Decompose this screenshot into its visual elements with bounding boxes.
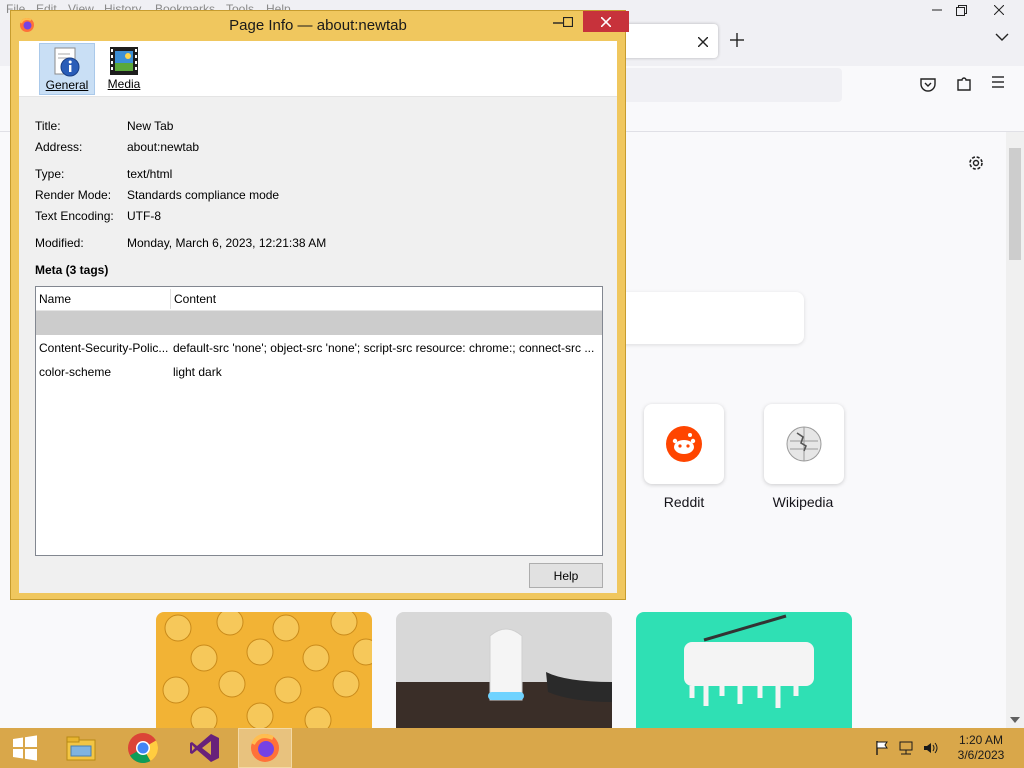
minimize-icon bbox=[932, 9, 942, 11]
url-bar[interactable] bbox=[620, 68, 842, 102]
menu-hamburger-icon[interactable] bbox=[990, 74, 1012, 96]
taskbar-chrome[interactable] bbox=[118, 728, 168, 768]
meta-name-cell: Content-Security-Polic... bbox=[39, 341, 169, 355]
page-info-dialog: Page Info — about:newtab General Media T… bbox=[10, 10, 629, 600]
field-value: text/html bbox=[127, 167, 173, 181]
extensions-icon[interactable] bbox=[954, 74, 976, 96]
visual-studio-icon bbox=[190, 734, 219, 762]
column-header-name[interactable]: Name bbox=[39, 292, 71, 306]
story-card-2[interactable] bbox=[396, 612, 612, 728]
taskbar-visual-studio[interactable] bbox=[180, 728, 230, 768]
field-label: Type: bbox=[35, 167, 65, 181]
meta-heading: Meta (3 tags) bbox=[35, 263, 109, 277]
firefox-close-button[interactable] bbox=[982, 0, 1016, 20]
shortcut-label-wikipedia: Wikipedia bbox=[772, 494, 834, 510]
film-icon bbox=[110, 47, 138, 75]
field-value: UTF-8 bbox=[127, 209, 161, 223]
dialog-close-button[interactable] bbox=[583, 11, 629, 32]
meta-table-header: Name Content bbox=[36, 287, 602, 311]
close-icon bbox=[601, 16, 611, 27]
tab-media-label: Media bbox=[107, 77, 141, 91]
tab-general-label: General bbox=[45, 78, 89, 92]
pocket-icon[interactable] bbox=[918, 74, 940, 96]
volume-icon[interactable] bbox=[922, 740, 938, 756]
chrome-icon bbox=[128, 733, 159, 764]
tab-general[interactable]: General bbox=[39, 43, 95, 95]
story-image bbox=[396, 612, 612, 728]
field-label: Text Encoding: bbox=[35, 209, 114, 223]
reddit-icon bbox=[666, 426, 702, 462]
taskbar-clock[interactable]: 1:20 AM 3/6/2023 bbox=[946, 733, 1016, 763]
tab-close-icon[interactable] bbox=[697, 32, 709, 51]
story-image bbox=[162, 612, 372, 728]
shortcut-reddit[interactable] bbox=[644, 404, 724, 484]
dialog-body: General Media Title: New Tab Address: ab… bbox=[19, 41, 617, 593]
action-center-flag-icon[interactable] bbox=[874, 740, 890, 756]
wikipedia-globe-icon bbox=[786, 426, 822, 462]
field-label: Modified: bbox=[35, 236, 84, 250]
clock-time: 1:20 AM bbox=[958, 733, 1004, 747]
chevron-down-icon[interactable] bbox=[995, 30, 1009, 46]
start-button[interactable] bbox=[0, 728, 50, 768]
taskbar-file-explorer[interactable] bbox=[56, 728, 106, 768]
meta-content-cell: light dark bbox=[173, 365, 222, 379]
dialog-title: Page Info — about:newtab bbox=[229, 17, 407, 34]
story-card-1[interactable] bbox=[156, 612, 372, 728]
maximize-icon bbox=[563, 17, 573, 27]
page-scrollbar[interactable] bbox=[1006, 132, 1024, 728]
field-label: Render Mode: bbox=[35, 188, 112, 202]
start-icon bbox=[13, 735, 37, 761]
story-card-3[interactable] bbox=[636, 612, 852, 728]
close-icon bbox=[994, 5, 1004, 15]
meta-content-cell: default-src 'none'; object-src 'none'; s… bbox=[173, 341, 595, 355]
field-label: Address: bbox=[35, 140, 83, 154]
dialog-titlebar[interactable]: Page Info — about:newtab bbox=[11, 11, 629, 39]
field-value: about:newtab bbox=[127, 140, 200, 154]
firefox-restore-button[interactable] bbox=[944, 0, 978, 20]
meta-table[interactable]: Name Content Content-Security-Polic... d… bbox=[35, 286, 603, 556]
help-button[interactable]: Help bbox=[529, 563, 603, 588]
dialog-tab-toolbar: General Media bbox=[19, 41, 617, 97]
field-label: Title: bbox=[35, 119, 61, 133]
scroll-down-arrow-icon[interactable] bbox=[1010, 715, 1020, 726]
column-header-content[interactable]: Content bbox=[174, 292, 216, 306]
table-row[interactable]: Content-Security-Polic... default-src 'n… bbox=[36, 341, 602, 363]
taskbar: 1:20 AM 3/6/2023 bbox=[0, 728, 1024, 768]
taskbar-firefox[interactable] bbox=[238, 728, 292, 768]
firefox-icon bbox=[251, 734, 279, 762]
field-value: New Tab bbox=[127, 119, 174, 133]
network-icon[interactable] bbox=[898, 740, 914, 756]
shortcut-wikipedia[interactable] bbox=[764, 404, 844, 484]
clock-date: 3/6/2023 bbox=[957, 748, 1005, 762]
column-divider[interactable] bbox=[170, 289, 171, 309]
gear-icon[interactable] bbox=[966, 153, 986, 173]
dialog-maximize-button[interactable] bbox=[553, 12, 583, 32]
restore-icon bbox=[955, 4, 967, 16]
story-image bbox=[684, 614, 814, 708]
table-row[interactable]: color-scheme light dark bbox=[36, 365, 602, 387]
scrollbar-thumb[interactable] bbox=[1009, 148, 1021, 260]
table-row-selected[interactable] bbox=[36, 311, 602, 335]
tab-media[interactable]: Media bbox=[101, 43, 147, 95]
meta-name-cell: color-scheme bbox=[39, 365, 112, 379]
new-tab-plus-icon[interactable] bbox=[730, 28, 744, 53]
shortcut-label-reddit: Reddit bbox=[663, 494, 705, 510]
field-value: Standards compliance mode bbox=[127, 188, 280, 202]
file-explorer-icon bbox=[66, 736, 96, 761]
field-value: Monday, March 6, 2023, 12:21:38 AM bbox=[127, 236, 327, 250]
info-icon bbox=[54, 47, 80, 77]
